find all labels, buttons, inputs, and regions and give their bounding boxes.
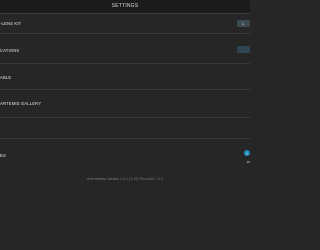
check-icon: ✓ <box>245 150 249 156</box>
setting-label-able: ABLE <box>0 75 12 80</box>
setting-label-es: ES <box>0 153 6 158</box>
setting-label-lens-kit: -LENS KIT <box>0 21 22 26</box>
top-bar: SETTINGS <box>0 0 250 14</box>
setting-row-able[interactable]: ABLE <box>0 64 250 90</box>
settings-screen: SETTINGS -LENS KIT L CATIONS ABLE ARTEMI… <box>0 0 250 250</box>
setting-row-empty <box>0 118 250 139</box>
setting-label-locations: CATIONS <box>0 48 20 53</box>
es-switch[interactable]: ✓ <box>244 150 250 156</box>
setting-label-artemis-gallery: ARTEMIS GALLERY <box>0 101 42 106</box>
lens-kit-button[interactable]: L <box>237 20 250 27</box>
version-text: Artemisbeta Version 2.0.1 (3.19) Pre-bui… <box>87 177 163 181</box>
setting-row-locations[interactable]: CATIONS <box>0 34 250 64</box>
es-switch-value: 48 <box>246 160 250 164</box>
locations-toggle[interactable] <box>237 46 250 53</box>
setting-row-lens-kit[interactable]: -LENS KIT L <box>0 14 250 34</box>
setting-row-artemis-gallery[interactable]: ARTEMIS GALLERY <box>0 90 250 118</box>
setting-row-es[interactable]: ES ✓ 48 <box>0 139 250 173</box>
page-title: SETTINGS <box>111 3 139 9</box>
